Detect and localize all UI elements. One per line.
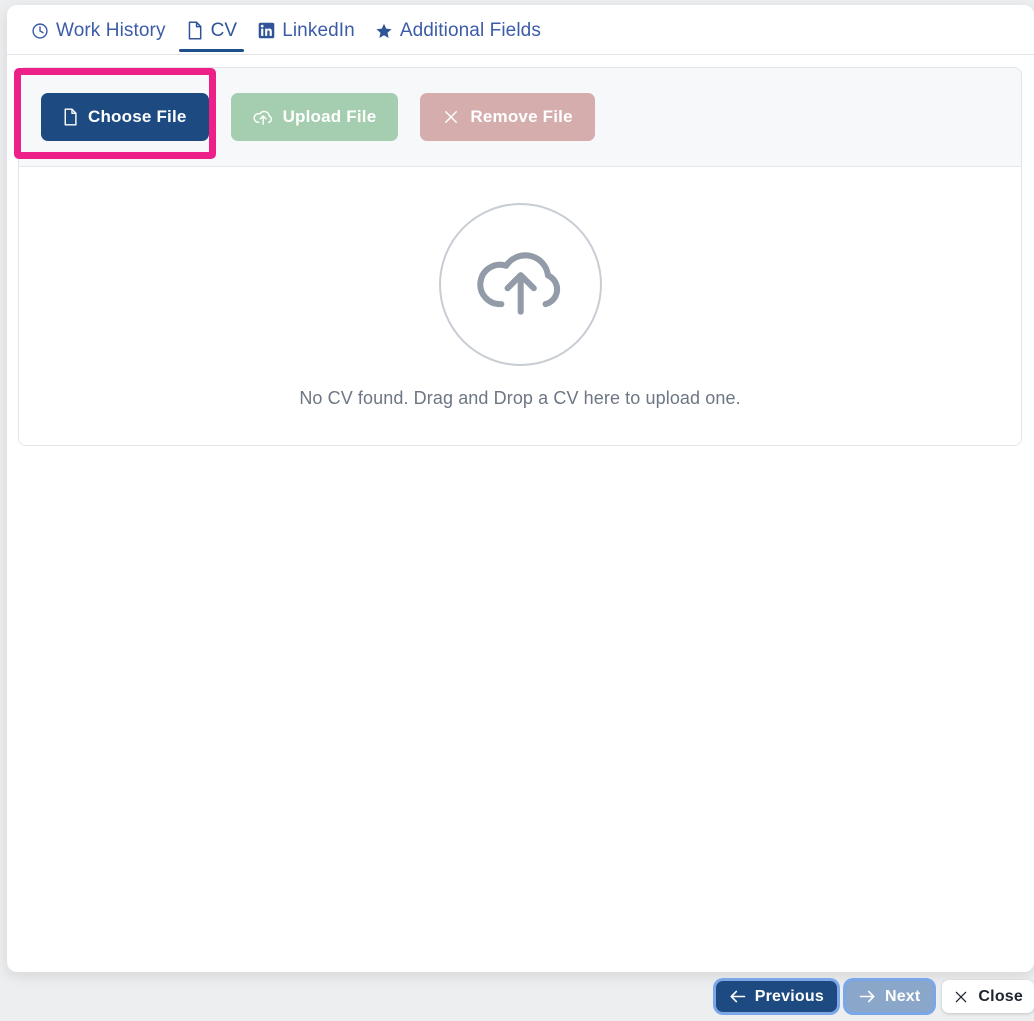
remove-file-button[interactable]: Remove File <box>420 93 595 141</box>
upload-file-button[interactable]: Upload File <box>230 93 399 141</box>
star-icon <box>375 22 393 40</box>
cv-dropzone[interactable]: No CV found. Drag and Drop a CV here to … <box>19 167 1021 445</box>
tab-work-history[interactable]: Work History <box>21 21 176 51</box>
next-button[interactable]: Next <box>845 981 934 1012</box>
upload-file-label: Upload File <box>282 107 377 126</box>
tab-work-history-label: Work History <box>56 20 166 41</box>
choose-file-label: Choose File <box>88 107 187 126</box>
next-label: Next <box>884 987 921 1005</box>
remove-file-label: Remove File <box>470 107 573 126</box>
upload-circle <box>438 203 602 366</box>
tab-linkedin[interactable]: LinkedIn <box>247 21 365 51</box>
close-button[interactable]: Close <box>942 980 1034 1013</box>
previous-button[interactable]: Previous <box>715 981 837 1012</box>
cv-toolbar: Choose File Upload File Remove File <box>19 68 1021 167</box>
cv-dialog-panel: Work History CV LinkedIn Additional Fiel… <box>7 5 1034 972</box>
dropzone-message: No CV found. Drag and Drop a CV here to … <box>299 388 741 408</box>
choose-file-button[interactable]: Choose File <box>41 93 209 141</box>
file-icon <box>186 21 204 40</box>
tab-cv[interactable]: CV <box>176 20 248 52</box>
previous-label: Previous <box>754 987 824 1005</box>
tab-linkedin-label: LinkedIn <box>282 20 355 41</box>
tab-additional-fields[interactable]: Additional Fields <box>365 21 551 51</box>
clock-icon <box>31 22 49 40</box>
linkedin-icon <box>257 22 275 40</box>
close-label: Close <box>978 987 1023 1005</box>
tab-bar: Work History CV LinkedIn Additional Fiel… <box>7 5 1034 55</box>
tab-cv-label: CV <box>210 20 238 41</box>
cloud-upload-icon <box>474 244 566 325</box>
dialog-footer: Previous Next Close <box>0 972 1034 1021</box>
tab-additional-fields-label: Additional Fields <box>399 20 541 41</box>
cv-upload-card: Choose File Upload File Remove File No C… <box>18 67 1022 446</box>
